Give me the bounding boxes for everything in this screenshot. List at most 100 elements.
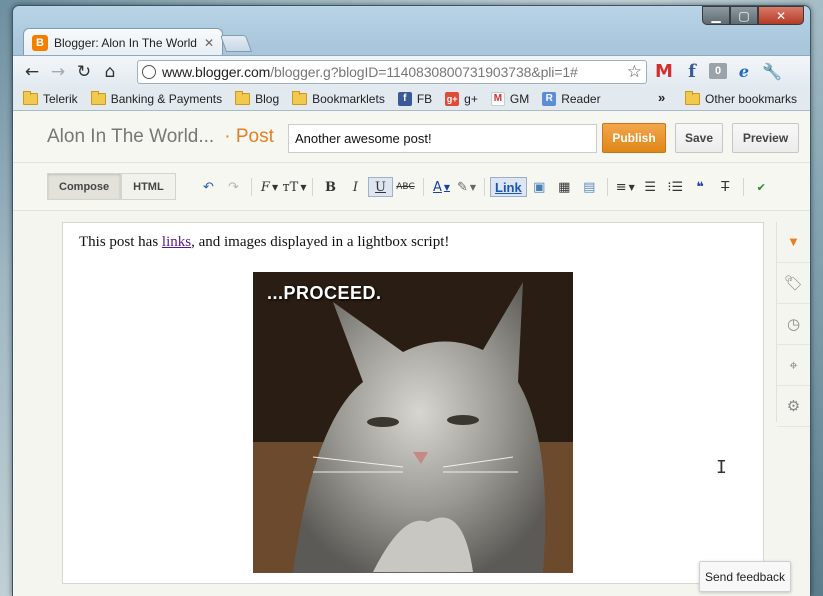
blog-title[interactable]: Alon In The World...	[47, 126, 214, 148]
url-path: /blogger.g?blogID=1140830800731903738&pl…	[270, 64, 578, 80]
url-text: www.blogger.com/blogger.g?blogID=1140830…	[162, 64, 623, 80]
post-breadcrumb: · Post	[224, 125, 274, 147]
quote-icon[interactable]: ❝	[688, 177, 713, 197]
extension-icons: M f 0 e 🔧	[653, 60, 783, 82]
link-button[interactable]: Link	[490, 177, 527, 197]
close-window-button[interactable]: ✕	[758, 6, 804, 25]
bookmark-telerik[interactable]: Telerik	[23, 90, 78, 106]
other-bookmarks-label: Other bookmarks	[705, 91, 798, 106]
separator	[251, 178, 252, 196]
url-host: www.blogger.com	[162, 64, 271, 80]
facebook-extension-icon[interactable]: f	[681, 60, 703, 82]
bookmark-label: g+	[464, 91, 478, 106]
back-icon[interactable]: ←	[19, 59, 45, 85]
count-badge[interactable]: 0	[709, 63, 727, 79]
ie-tab-icon[interactable]: e	[733, 60, 755, 82]
schedule-clock-icon[interactable]: ◷	[777, 304, 810, 345]
bookmark-reader[interactable]: R Reader	[542, 91, 601, 106]
publish-button[interactable]: Publish	[602, 123, 666, 153]
address-bar[interactable]: www.blogger.com/blogger.g?blogID=1140830…	[137, 60, 647, 84]
google-plus-icon: g+	[445, 91, 460, 106]
folder-icon	[90, 90, 106, 105]
text-color-icon[interactable]: A ▼	[429, 177, 454, 197]
tab-close-icon[interactable]: ✕	[204, 36, 214, 50]
send-feedback-button[interactable]: Send feedback	[699, 561, 791, 592]
gmail-extension-icon[interactable]: M	[653, 60, 675, 82]
spell-check-icon[interactable]: ✔	[749, 177, 774, 197]
collapse-arrow-icon[interactable]: ▼	[777, 222, 810, 263]
strikethrough-icon[interactable]: ABC	[393, 177, 418, 197]
post-link[interactable]: links	[162, 234, 191, 250]
bookmark-bookmarklets[interactable]: Bookmarklets	[292, 90, 385, 106]
separator	[484, 178, 485, 196]
post-body-editor[interactable]: This post has links, and images displaye…	[62, 222, 764, 584]
cat-image[interactable]: ...PROCEED.	[253, 272, 573, 573]
bookmark-label: GM	[509, 91, 530, 106]
insert-image-icon[interactable]: ▣	[527, 177, 552, 197]
separator	[606, 178, 608, 196]
new-tab-button[interactable]	[219, 35, 253, 52]
cat-illustration	[253, 272, 573, 573]
tab-compose[interactable]: Compose	[47, 173, 122, 200]
tab-html[interactable]: HTML	[121, 173, 176, 200]
minimize-button[interactable]: ▁	[702, 6, 730, 25]
insert-video-icon[interactable]: ▦	[552, 177, 577, 197]
separator	[312, 178, 313, 196]
maximize-button[interactable]: ▢	[730, 6, 758, 25]
location-pin-icon[interactable]: ⌖	[777, 345, 810, 386]
highlight-color-icon[interactable]: ✎ ▼	[454, 177, 479, 197]
home-icon[interactable]: ⌂	[97, 59, 123, 85]
italic-icon[interactable]: I	[343, 177, 368, 197]
bookmark-label: Bookmarklets	[312, 91, 385, 106]
facebook-icon: f	[397, 91, 412, 106]
formatting-tools: ↶ ↷ F ▼ тT ▼ B I U ABC A ▼ ✎ ▼ Link ▣ ▦ ▤ ≡ ▼	[196, 177, 774, 197]
bookmark-banking[interactable]: Banking & Payments	[90, 90, 222, 106]
browser-window: ▁ ▢ ✕ B Blogger: Alon In The World ✕ ← →…	[12, 5, 811, 596]
blogger-editor: Alon In The World... · Post Publish Save…	[13, 111, 810, 596]
gmail-icon: M	[490, 91, 505, 106]
reader-icon: R	[542, 91, 557, 106]
font-family-icon[interactable]: F ▼	[257, 177, 282, 197]
folder-icon	[292, 90, 308, 105]
bullet-list-icon[interactable]: ⁝☰	[663, 177, 688, 197]
bookmark-star-icon[interactable]: ☆	[627, 62, 642, 82]
post-title-input[interactable]	[288, 124, 597, 153]
bookmarks-bar: Telerik Banking & Payments Blog Bookmark…	[13, 87, 810, 111]
reload-icon[interactable]: ↻	[71, 59, 97, 85]
bookmarks-overflow-icon[interactable]: »	[658, 90, 665, 105]
bookmark-label: Telerik	[43, 91, 78, 106]
numbered-list-icon[interactable]: ☰	[638, 177, 663, 197]
editor-toolbar: Compose HTML ↶ ↷ F ▼ тT ▼ B I U ABC A ▼ ✎ ▼ …	[13, 163, 810, 211]
undo-icon[interactable]: ↶	[196, 177, 221, 197]
bookmark-label: Reader	[561, 91, 601, 106]
preview-button[interactable]: Preview	[732, 123, 799, 153]
align-icon[interactable]: ≡ ▼	[613, 177, 638, 197]
browser-toolbar: ← → ↻ ⌂ www.blogger.com/blogger.g?blogID…	[13, 55, 810, 87]
text-cursor-icon: I	[716, 457, 727, 478]
tab-title: Blogger: Alon In The World	[54, 35, 197, 50]
blogger-icon: B	[32, 34, 48, 51]
bookmark-label: FB	[416, 91, 433, 106]
bookmark-gplus[interactable]: g+ g+	[445, 91, 478, 106]
wrench-icon[interactable]: 🔧	[761, 60, 783, 82]
other-bookmarks[interactable]: Other bookmarks	[685, 90, 798, 106]
redo-icon[interactable]: ↷	[221, 177, 246, 197]
mode-tabs: Compose HTML	[47, 173, 176, 200]
globe-icon	[142, 65, 156, 79]
labels-tag-icon[interactable]: 🏷	[777, 263, 810, 304]
forward-icon[interactable]: →	[45, 59, 71, 85]
folder-icon	[685, 90, 700, 105]
bookmark-gm[interactable]: M GM	[490, 91, 530, 106]
font-size-icon[interactable]: тT ▼	[282, 177, 307, 197]
separator	[423, 178, 424, 196]
browser-tab[interactable]: B Blogger: Alon In The World ✕	[23, 28, 223, 56]
insert-jump-break-icon[interactable]: ▤	[577, 177, 602, 197]
post-paragraph[interactable]: This post has links, and images displaye…	[79, 234, 449, 251]
clear-formatting-icon[interactable]: T	[713, 177, 738, 197]
save-button[interactable]: Save	[675, 123, 723, 153]
bold-icon[interactable]: B	[318, 177, 343, 197]
underline-icon[interactable]: U	[368, 177, 393, 197]
bookmark-blog[interactable]: Blog	[235, 90, 279, 106]
options-gear-icon[interactable]: ⚙	[777, 386, 810, 427]
bookmark-fb[interactable]: f FB	[397, 91, 433, 106]
